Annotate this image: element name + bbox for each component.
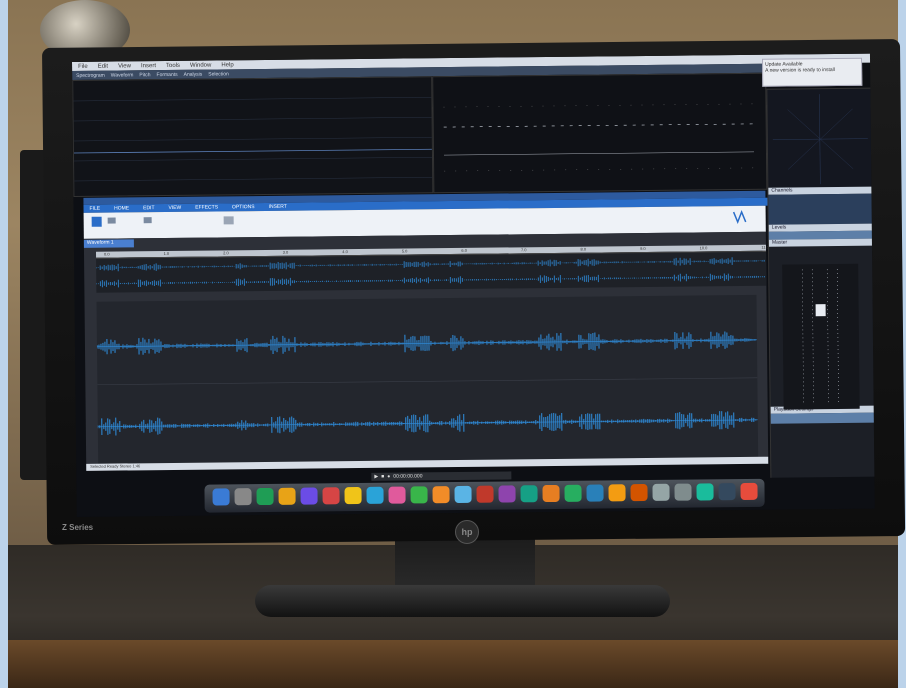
pitch-track-panel — [432, 72, 768, 194]
dock-app-icon[interactable] — [278, 487, 296, 505]
photo-border-left — [0, 0, 8, 688]
hp-logo: hp — [455, 520, 479, 544]
menu-insert[interactable]: Insert — [141, 63, 156, 69]
dock-app-icon[interactable] — [718, 483, 736, 501]
transport-bar: ▶ ■ ● 00:00:00.000 — [371, 471, 512, 481]
menu-edit[interactable]: Edit — [98, 63, 108, 69]
dock-app-icon[interactable] — [608, 484, 626, 502]
tab-waveform[interactable]: Waveform — [111, 72, 134, 78]
tab-analysis[interactable]: Analysis — [184, 71, 203, 77]
play-icon[interactable]: ▶ — [374, 474, 378, 480]
analysis-graph — [73, 96, 433, 182]
ribbon-tab-view[interactable]: VIEW — [168, 205, 181, 211]
menu-file[interactable]: File — [78, 63, 88, 69]
ribbon-tab-insert[interactable]: INSERT — [269, 204, 287, 210]
tab-spectrogram[interactable]: Spectrogram — [76, 72, 105, 78]
trim-icon — [143, 217, 152, 224]
level-meters — [782, 263, 860, 410]
channel-list — [768, 193, 873, 225]
dock-app-icon[interactable] — [432, 486, 450, 504]
document-tab[interactable]: Waveform 1 — [83, 239, 134, 248]
dock-app-icon[interactable] — [696, 483, 714, 501]
dock-app-icon[interactable] — [344, 486, 362, 505]
dock-app-icon[interactable] — [564, 484, 582, 502]
transport-time: 00:00:00.000 — [393, 473, 423, 480]
dock-app-icon[interactable] — [542, 484, 560, 503]
dock-app-icon[interactable] — [652, 483, 670, 501]
mix-icon — [223, 216, 234, 225]
ribbon-tab-effects[interactable]: EFFECTS — [195, 204, 218, 210]
dock-app-icon[interactable] — [300, 487, 318, 505]
dock-app-icon[interactable] — [630, 483, 648, 502]
analysis-graph-panel — [72, 76, 434, 197]
dock-app-icon[interactable] — [520, 485, 538, 503]
playback-bar — [770, 412, 875, 424]
overview-waveform — [95, 257, 765, 288]
record-icon[interactable]: ● — [387, 474, 390, 480]
dock-app-icon[interactable] — [234, 488, 252, 506]
meter-graphic — [801, 268, 839, 405]
tab-formants[interactable]: Formants — [156, 71, 177, 77]
dock-app-icon[interactable] — [388, 486, 406, 504]
notification-body: A new version is ready to install — [765, 67, 835, 74]
ribbon-tab-edit[interactable]: EDIT — [143, 205, 154, 211]
pitch-track-graph — [443, 103, 755, 172]
dock-app-icon[interactable] — [256, 487, 274, 506]
dock-app-icon[interactable] — [322, 487, 340, 505]
monitor-model-label: Z Series — [62, 523, 94, 532]
vectorscope-panel — [766, 87, 874, 190]
stop-icon[interactable]: ■ — [381, 474, 384, 480]
menu-tools[interactable]: Tools — [166, 62, 180, 68]
dock-app-icon[interactable] — [476, 485, 494, 503]
dock-app-icon[interactable] — [586, 484, 604, 502]
main-waveform-view[interactable] — [96, 294, 759, 468]
fader-handle — [815, 304, 826, 317]
dock — [204, 478, 765, 513]
dock-app-icon[interactable] — [366, 486, 384, 504]
dock-app-icon[interactable] — [454, 485, 472, 504]
tab-pitch[interactable]: Pitch — [139, 72, 150, 78]
ribbon-tab-options[interactable]: OPTIONS — [232, 204, 255, 210]
tab-selection[interactable]: Selection — [208, 71, 229, 77]
copy-icon — [107, 217, 116, 224]
desk-edge — [0, 640, 906, 688]
monitor-screen: File Edit View Insert Tools Window Help … — [72, 53, 875, 517]
dock-app-icon[interactable] — [410, 486, 428, 504]
notification-popup[interactable]: Update Available A new version is ready … — [762, 57, 863, 87]
dock-app-icon[interactable] — [740, 482, 758, 501]
menu-window[interactable]: Window — [190, 62, 211, 68]
paste-icon — [91, 216, 102, 227]
menu-view[interactable]: View — [118, 63, 131, 69]
waveform-overview[interactable] — [95, 250, 767, 293]
dock-app-icon[interactable] — [674, 483, 692, 501]
ribbon-tab-file[interactable]: FILE — [90, 206, 101, 212]
main-waveform — [96, 331, 758, 436]
dock-app-icon[interactable] — [498, 485, 516, 503]
monitor-stand-base — [255, 585, 670, 617]
menu-help[interactable]: Help — [221, 62, 233, 68]
dock-app-icon[interactable] — [212, 488, 230, 506]
vectorscope — [772, 94, 868, 185]
ribbon-tab-home[interactable]: HOME — [114, 205, 129, 211]
app-logo-icon — [732, 209, 747, 225]
